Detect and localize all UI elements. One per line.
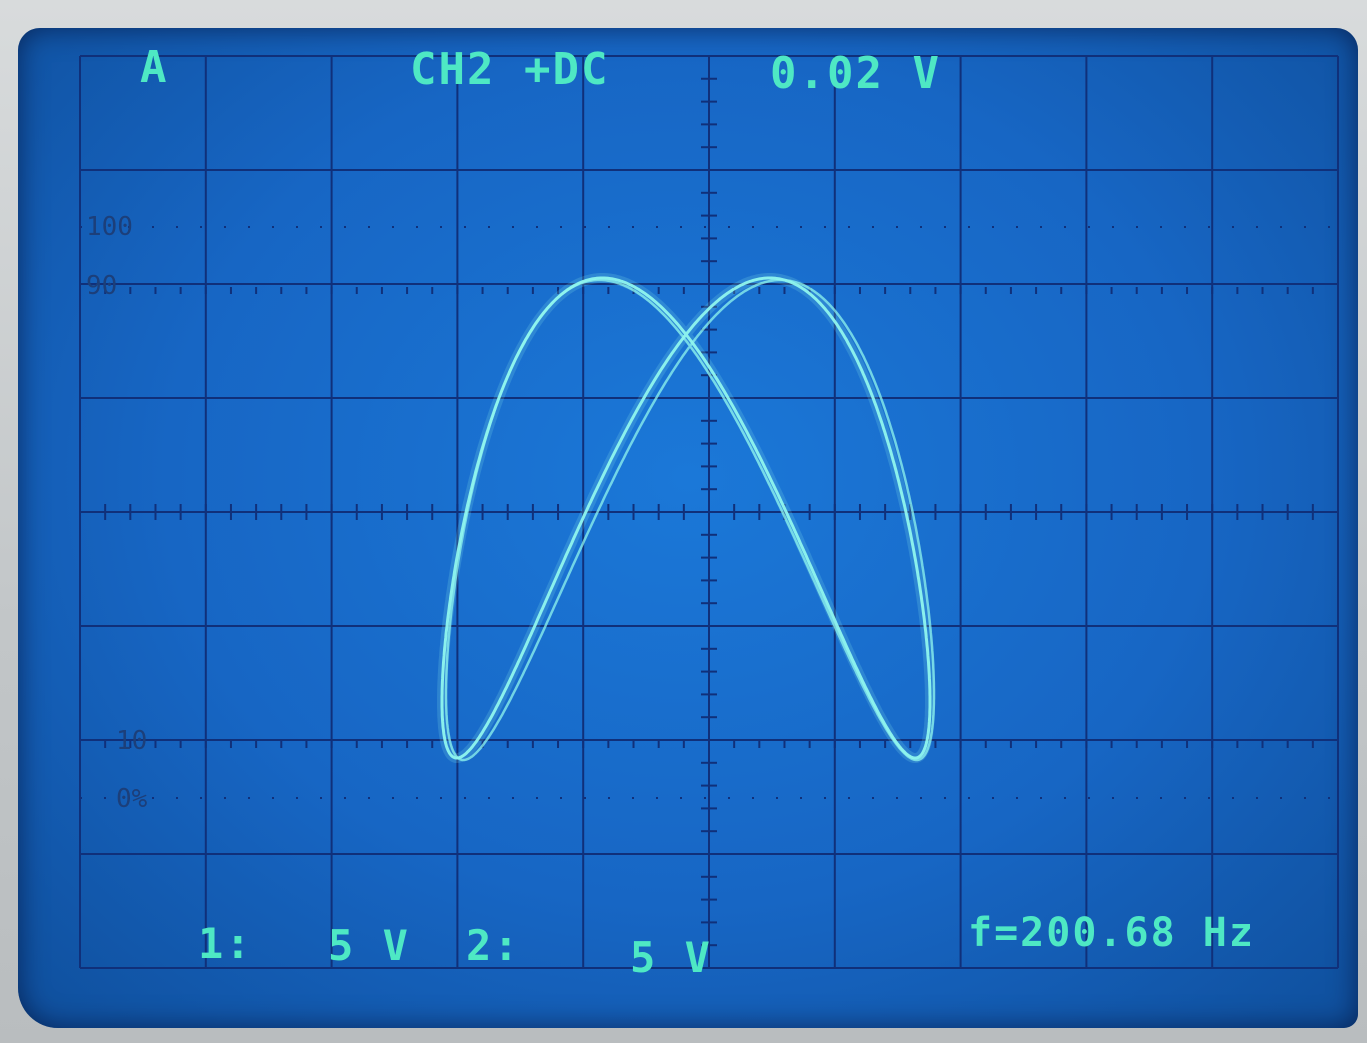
trigger-level-readout: 0.02 V	[770, 48, 941, 99]
graticule-label-90: 90	[86, 271, 117, 301]
graticule-label-0: 0%	[116, 784, 148, 814]
ch1-label: 1:	[198, 919, 253, 968]
graticule-label-100: 100	[86, 212, 133, 242]
display-canvas: 100 90 10 0% A CH2 +DC 0.02 V 1: 5 V 2: …	[79, 42, 1339, 982]
ch2-label: 2:	[466, 921, 521, 970]
oscilloscope-bezel: 100 90 10 0% A CH2 +DC 0.02 V 1: 5 V 2: …	[0, 0, 1367, 1043]
graticule-label-10: 10	[116, 726, 147, 756]
channel-coupling-readout: CH2 +DC	[410, 44, 609, 95]
ch2-scale-readout: 5 V	[630, 933, 712, 982]
frequency-readout: f=200.68 Hz	[968, 910, 1255, 956]
ch1-scale-readout: 5 V	[328, 921, 410, 970]
trigger-source-readout: A	[140, 42, 169, 93]
oscilloscope-screen: 100 90 10 0% A CH2 +DC 0.02 V 1: 5 V 2: …	[18, 28, 1358, 1028]
graticule	[79, 55, 1339, 969]
